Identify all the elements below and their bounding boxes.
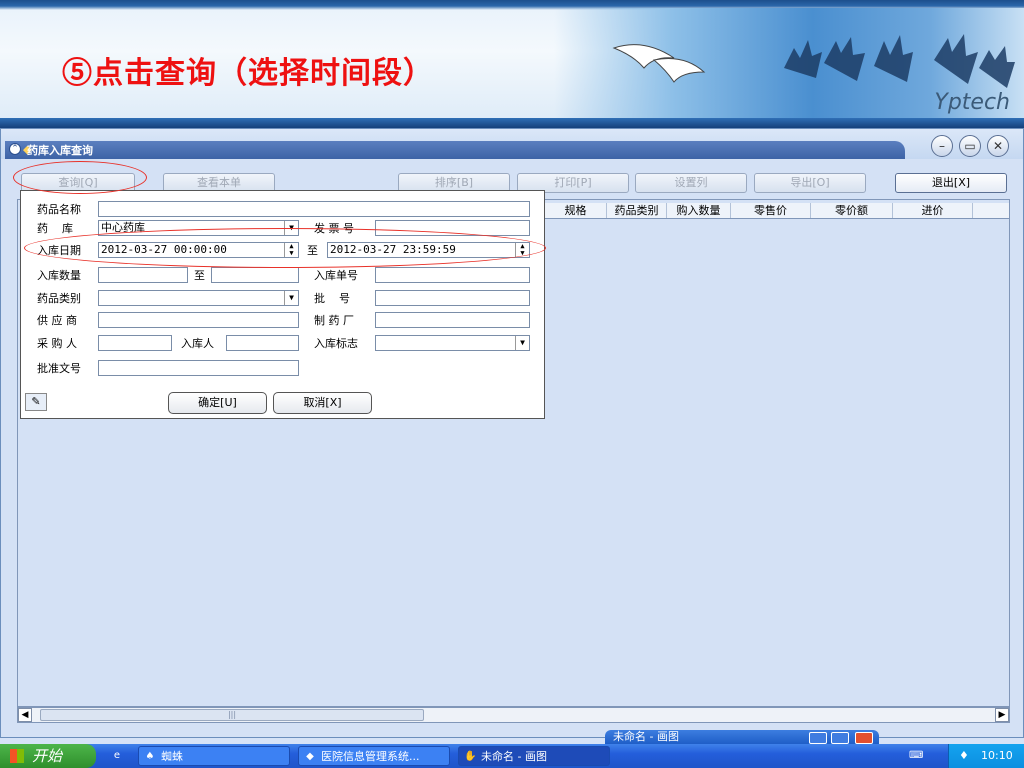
column-header[interactable]: 零售价 [731,203,811,218]
title-bar-bg [5,141,905,159]
warehouse-label: 药 库 [37,222,73,235]
bill-no-input[interactable] [375,267,530,283]
supplier-input[interactable] [98,312,299,328]
start-label: 开始 [32,747,63,765]
cancel-button[interactable]: 取消[X] [273,392,372,414]
brand-logo: Yptech [934,90,1010,115]
date-to-input[interactable]: 2012-03-27 23:59:59 ▲ ▼ [327,242,530,258]
chevron-down-icon[interactable]: ▼ [515,336,529,350]
system-tray: ♦ 10:10 [948,744,1024,768]
chevron-down-icon[interactable]: ▼ [284,221,298,235]
approval-label: 批准文号 [37,362,81,375]
purchaser-input[interactable] [98,335,172,351]
category-select[interactable]: ▼ [98,290,299,306]
windows-logo-icon [10,749,24,763]
window-title: 药库入库查询 [27,144,93,157]
taskbar-item-paint[interactable]: ✋ 未命名 - 画图 [458,746,610,766]
set-columns-button[interactable]: 设置列 [635,173,747,193]
export-button[interactable]: 导出[O] [754,173,866,193]
bill-no-label: 入库单号 [314,269,358,282]
qty-to-label: 至 [194,269,205,282]
column-header[interactable]: 零价额 [811,203,893,218]
qty-from-input[interactable] [98,267,188,283]
column-header[interactable]: 规格 [545,203,607,218]
pencil-icon[interactable]: ✎ [25,393,47,411]
drug-name-label: 药品名称 [37,203,81,216]
close-button[interactable]: ✕ [987,135,1009,157]
background-window-title: 未命名 - 画图 [613,730,679,743]
restore-button[interactable]: ▭ [959,135,981,157]
banner: ⑤点击查询（选择时间段） Yptech [0,0,1024,128]
bg-maximize-icon[interactable] [831,732,849,744]
supplier-label: 供 应 商 [37,314,77,327]
ok-button[interactable]: 确定[U] [168,392,267,414]
column-header[interactable]: 进价 [893,203,973,218]
background-window[interactable]: 未命名 - 画图 [605,730,879,744]
banner-strip [0,118,1024,128]
invoice-input[interactable] [375,220,530,236]
warehouse-value: 中心药库 [101,221,145,234]
batch-label: 批 号 [314,292,350,305]
scroll-left-icon[interactable]: ◀ [18,708,32,722]
scroll-right-icon[interactable]: ▶ [995,708,1009,722]
shield-icon[interactable]: ♦ [959,744,969,768]
taskbar: 开始 e ♠ 蜘蛛 ◆ 医院信息管理系统... ✋ 未命名 - 画图 ⌨ ♦ 1… [0,744,1024,768]
manufacturer-label: 制 药 厂 [314,314,354,327]
flag-select[interactable]: ▼ [375,335,530,351]
horizontal-scrollbar[interactable]: ◀ ||| ▶ [17,707,1010,723]
manufacturer-input[interactable] [375,312,530,328]
column-header[interactable]: 购入数量 [667,203,731,218]
paint-icon: ✋ [464,751,477,762]
spinner-icon[interactable]: ▲ ▼ [515,243,529,257]
task-label: 医院信息管理系统... [321,750,420,763]
purchaser-label: 采 购 人 [37,337,77,350]
minimize-button[interactable]: – [931,135,953,157]
banner-caption: ⑤点击查询（选择时间段） [62,56,434,91]
drug-name-input[interactable] [98,201,530,217]
query-dialog: 药品名称 药 库 中心药库 ▼ 发 票 号 入库日期 2012-03-27 00… [20,190,545,419]
chevron-down-icon[interactable]: ▼ [284,291,298,305]
column-header[interactable]: 药品类别 [607,203,667,218]
date-from-value: 2012-03-27 00:00:00 [101,243,227,256]
title-bar[interactable]: ⌃ ◆ 药库入库查询 – ▭ ✕ [1,129,1023,159]
his-app-icon: ◆ [306,751,314,762]
task-label: 未命名 - 画图 [481,750,547,763]
date-from-input[interactable]: 2012-03-27 00:00:00 ▲ ▼ [98,242,299,258]
invoice-label: 发 票 号 [314,222,354,235]
date-label: 入库日期 [37,244,81,257]
exit-button[interactable]: 退出[X] [895,173,1007,193]
task-label: 蜘蛛 [161,750,183,763]
batch-input[interactable] [375,290,530,306]
clock: 10:10 [981,749,1013,762]
bg-minimize-icon[interactable] [809,732,827,744]
date-to-value: 2012-03-27 23:59:59 [330,243,456,256]
taskbar-item-spider[interactable]: ♠ 蜘蛛 [138,746,290,766]
category-label: 药品类别 [37,292,81,305]
qty-to-input[interactable] [211,267,299,283]
spider-icon: ♠ [145,751,155,762]
warehouse-select[interactable]: 中心药库 ▼ [98,220,299,236]
collapse-icon[interactable]: ⌃ [9,143,21,155]
to-label: 至 [307,244,318,257]
receiver-label: 入库人 [181,337,214,350]
grid-header: 规格 药品类别 购入数量 零售价 零价额 进价 [545,203,1009,219]
approval-input[interactable] [98,360,299,376]
receiver-input[interactable] [226,335,299,351]
qty-label: 入库数量 [37,269,81,282]
spinner-icon[interactable]: ▲ ▼ [284,243,298,257]
scroll-thumb[interactable]: ||| [40,709,424,721]
bg-close-icon[interactable] [855,732,873,744]
quicklaunch-ie-icon[interactable]: e [106,746,130,766]
keyboard-icon[interactable]: ⌨ [904,746,930,766]
flag-label: 入库标志 [314,337,358,350]
taskbar-item-his[interactable]: ◆ 医院信息管理系统... [298,746,450,766]
start-button[interactable]: 开始 [0,744,96,768]
